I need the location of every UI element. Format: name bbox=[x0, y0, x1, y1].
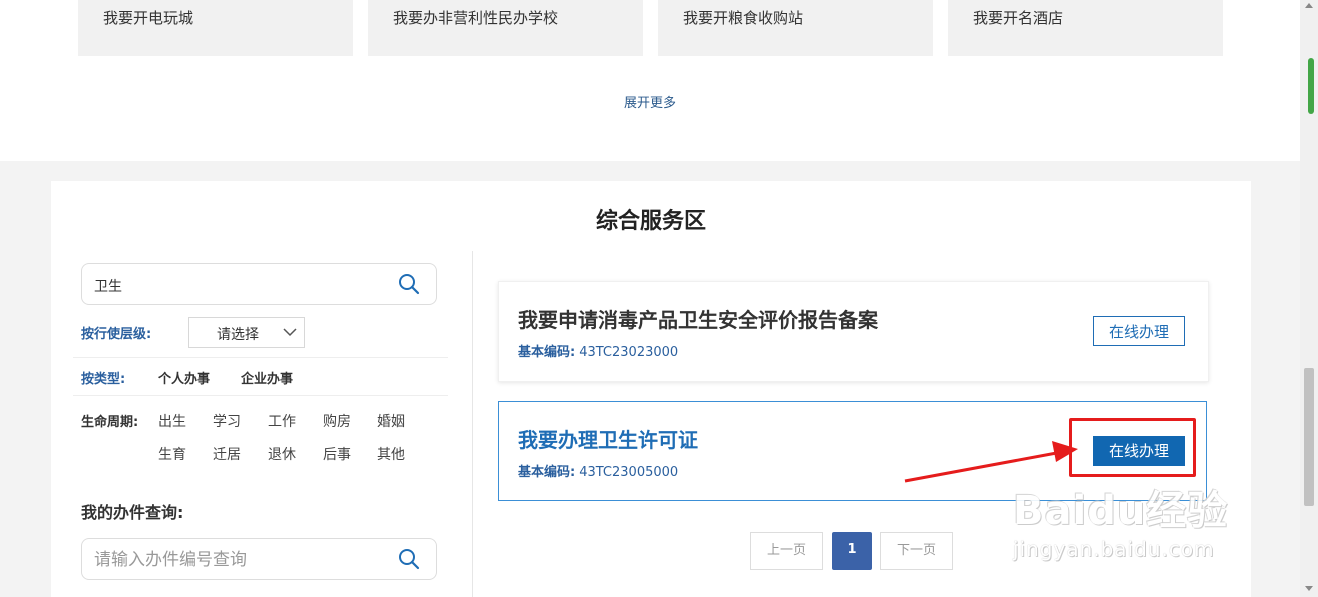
type-enterprise[interactable]: 企业办事 bbox=[241, 368, 293, 387]
life-item[interactable]: 购房 bbox=[323, 411, 351, 431]
life-item[interactable]: 退休 bbox=[268, 444, 296, 464]
life-item[interactable]: 生育 bbox=[158, 444, 186, 464]
filter-divider bbox=[73, 395, 448, 396]
life-cycle-label: 生命周期: bbox=[81, 415, 139, 430]
search-icon[interactable] bbox=[398, 273, 420, 295]
pager-next-button[interactable]: 下一页 bbox=[880, 532, 953, 570]
level-select-value: 请选择 bbox=[217, 327, 259, 343]
scroll-down-arrow-icon[interactable] bbox=[1305, 586, 1313, 591]
quick-link-card[interactable]: 我要开名酒店 bbox=[948, 0, 1223, 56]
life-item[interactable]: 迁居 bbox=[213, 444, 241, 464]
watermark-url: jingyan.baidu.com bbox=[1013, 537, 1215, 561]
result-code: 基本编码: 43TC23023000 bbox=[518, 341, 678, 360]
column-divider bbox=[472, 251, 473, 597]
pager-prev-button[interactable]: 上一页 bbox=[750, 532, 823, 570]
type-filter-label: 按类型: bbox=[81, 372, 126, 387]
result-card: 我要申请消毒产品卫生安全评价报告备案 基本编码: 43TC23023000 在线办… bbox=[498, 281, 1209, 382]
search-icon[interactable] bbox=[398, 548, 420, 570]
life-item[interactable]: 其他 bbox=[377, 444, 405, 464]
watermark: Baidu经验 jingyan.baidu.com bbox=[1010, 473, 1250, 583]
life-item[interactable]: 出生 bbox=[158, 411, 186, 431]
keyword-search-box[interactable]: 卫生 bbox=[81, 263, 437, 305]
filter-divider bbox=[73, 357, 448, 358]
life-item[interactable]: 后事 bbox=[323, 444, 351, 464]
code-value: 43TC23005000 bbox=[579, 465, 679, 480]
quick-link-label: 我要办非营利性民办学校 bbox=[393, 9, 559, 27]
life-item[interactable]: 婚姻 bbox=[377, 411, 405, 431]
section-title: 综合服务区 bbox=[595, 209, 706, 234]
query-title: 我的办件查询: bbox=[81, 503, 184, 522]
highlight-box bbox=[1069, 418, 1196, 477]
online-handle-button[interactable]: 在线办理 bbox=[1093, 316, 1185, 346]
pager-current-page[interactable]: 1 bbox=[832, 532, 872, 570]
quick-link-label: 我要开名酒店 bbox=[973, 9, 1064, 27]
result-title[interactable]: 我要申请消毒产品卫生安全评价报告备案 bbox=[518, 304, 878, 333]
code-label: 基本编码: bbox=[518, 345, 576, 360]
result-code: 基本编码: 43TC23005000 bbox=[518, 461, 678, 480]
quick-link-label: 我要开电玩城 bbox=[103, 9, 194, 27]
quick-link-card[interactable]: 我要开电玩城 bbox=[78, 0, 353, 56]
quick-links-section: 我要开电玩城 我要办非营利性民办学校 我要开粮食收购站 我要开名酒店 展开更多 bbox=[0, 0, 1300, 161]
life-item[interactable]: 学习 bbox=[213, 411, 241, 431]
expand-more-link[interactable]: 展开更多 bbox=[0, 92, 1300, 111]
quick-link-card[interactable]: 我要开粮食收购站 bbox=[658, 0, 933, 56]
scroll-up-arrow-icon[interactable] bbox=[1305, 3, 1313, 8]
life-item[interactable]: 工作 bbox=[268, 411, 296, 431]
watermark-logo: Baidu经验 bbox=[1013, 488, 1229, 534]
code-label: 基本编码: bbox=[518, 465, 576, 480]
level-select[interactable]: 请选择 bbox=[188, 317, 305, 348]
quick-link-label: 我要开粮食收购站 bbox=[683, 9, 804, 27]
result-title[interactable]: 我要办理卫生许可证 bbox=[518, 424, 698, 453]
search-input[interactable]: 卫生 bbox=[94, 276, 122, 296]
vertical-scrollbar[interactable] bbox=[1300, 0, 1318, 597]
code-value: 43TC23023000 bbox=[579, 345, 679, 360]
query-box bbox=[81, 538, 437, 580]
type-personal[interactable]: 个人办事 bbox=[158, 368, 210, 387]
query-input[interactable] bbox=[92, 547, 386, 573]
level-filter-label: 按行使层级: bbox=[81, 327, 152, 342]
scrollbar-thumb[interactable] bbox=[1304, 368, 1314, 506]
scroll-indicator bbox=[1308, 58, 1314, 114]
quick-link-card[interactable]: 我要办非营利性民办学校 bbox=[368, 0, 643, 56]
chevron-down-icon bbox=[282, 324, 298, 343]
